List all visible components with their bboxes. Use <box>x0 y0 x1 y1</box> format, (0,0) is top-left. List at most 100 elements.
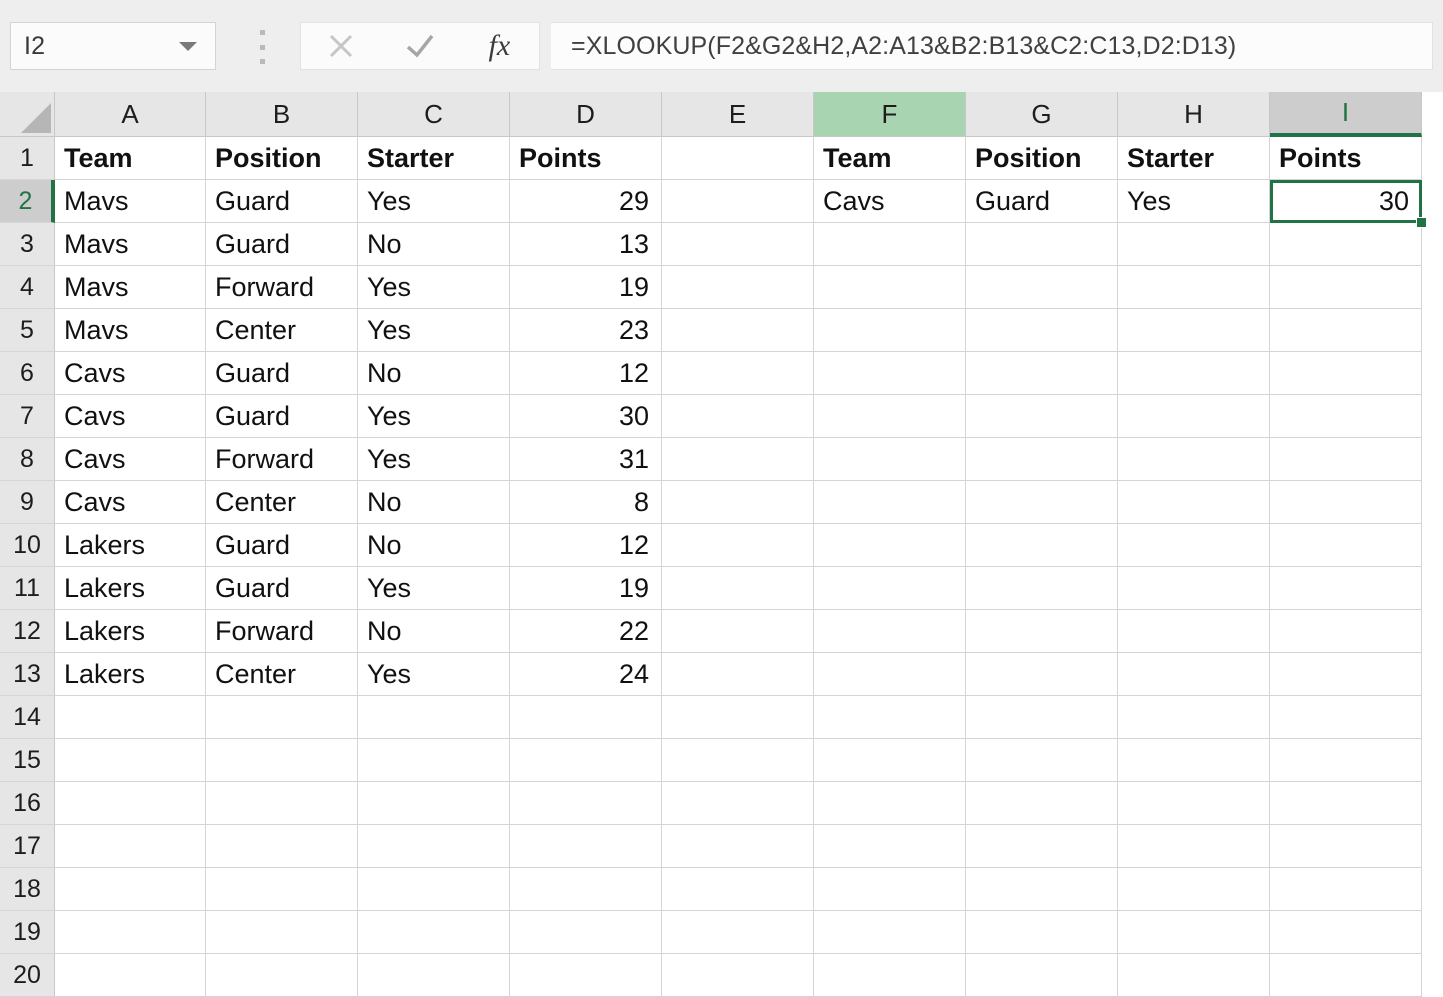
cell-I15[interactable] <box>1270 739 1422 782</box>
cell-A15[interactable] <box>55 739 206 782</box>
cell-E10[interactable] <box>662 524 814 567</box>
cell-F6[interactable] <box>814 352 966 395</box>
cell-I10[interactable] <box>1270 524 1422 567</box>
cell-E17[interactable] <box>662 825 814 868</box>
cell-H13[interactable] <box>1118 653 1270 696</box>
cell-A5[interactable]: Mavs <box>55 309 206 352</box>
cell-A4[interactable]: Mavs <box>55 266 206 309</box>
cell-B16[interactable] <box>206 782 358 825</box>
cell-A3[interactable]: Mavs <box>55 223 206 266</box>
cell-H15[interactable] <box>1118 739 1270 782</box>
cell-D20[interactable] <box>510 954 662 997</box>
cell-I1[interactable]: Points <box>1270 137 1422 180</box>
cell-F19[interactable] <box>814 911 966 954</box>
cell-D7[interactable]: 30 <box>510 395 662 438</box>
cell-F10[interactable] <box>814 524 966 567</box>
cell-B18[interactable] <box>206 868 358 911</box>
cell-D5[interactable]: 23 <box>510 309 662 352</box>
cell-B5[interactable]: Center <box>206 309 358 352</box>
cell-E3[interactable] <box>662 223 814 266</box>
cell-G15[interactable] <box>966 739 1118 782</box>
cell-G8[interactable] <box>966 438 1118 481</box>
column-header-D[interactable]: D <box>510 92 662 137</box>
cell-G2[interactable]: Guard <box>966 180 1118 223</box>
row-header-15[interactable]: 15 <box>0 739 55 782</box>
fill-handle[interactable] <box>1416 217 1427 228</box>
cell-E16[interactable] <box>662 782 814 825</box>
cell-G10[interactable] <box>966 524 1118 567</box>
cell-I11[interactable] <box>1270 567 1422 610</box>
cell-D13[interactable]: 24 <box>510 653 662 696</box>
cell-G6[interactable] <box>966 352 1118 395</box>
cell-F20[interactable] <box>814 954 966 997</box>
row-header-13[interactable]: 13 <box>0 653 55 696</box>
cell-D4[interactable]: 19 <box>510 266 662 309</box>
cell-F17[interactable] <box>814 825 966 868</box>
cell-B4[interactable]: Forward <box>206 266 358 309</box>
chevron-down-icon[interactable] <box>179 41 197 51</box>
cell-H10[interactable] <box>1118 524 1270 567</box>
cell-C6[interactable]: No <box>358 352 510 395</box>
cell-E13[interactable] <box>662 653 814 696</box>
cell-C18[interactable] <box>358 868 510 911</box>
cell-B17[interactable] <box>206 825 358 868</box>
cell-H14[interactable] <box>1118 696 1270 739</box>
cell-A19[interactable] <box>55 911 206 954</box>
cell-C9[interactable]: No <box>358 481 510 524</box>
cell-B13[interactable]: Center <box>206 653 358 696</box>
cell-I6[interactable] <box>1270 352 1422 395</box>
cell-H6[interactable] <box>1118 352 1270 395</box>
cell-A17[interactable] <box>55 825 206 868</box>
cell-I8[interactable] <box>1270 438 1422 481</box>
row-header-1[interactable]: 1 <box>0 137 55 180</box>
cell-D9[interactable]: 8 <box>510 481 662 524</box>
cell-D6[interactable]: 12 <box>510 352 662 395</box>
column-header-H[interactable]: H <box>1118 92 1270 137</box>
cell-G13[interactable] <box>966 653 1118 696</box>
cell-H20[interactable] <box>1118 954 1270 997</box>
cell-C16[interactable] <box>358 782 510 825</box>
cell-F3[interactable] <box>814 223 966 266</box>
cell-A7[interactable]: Cavs <box>55 395 206 438</box>
cell-E20[interactable] <box>662 954 814 997</box>
cell-H3[interactable] <box>1118 223 1270 266</box>
cell-I2[interactable]: 30 <box>1270 180 1422 223</box>
row-header-10[interactable]: 10 <box>0 524 55 567</box>
cell-G17[interactable] <box>966 825 1118 868</box>
cell-C13[interactable]: Yes <box>358 653 510 696</box>
cell-B2[interactable]: Guard <box>206 180 358 223</box>
row-header-9[interactable]: 9 <box>0 481 55 524</box>
cell-C3[interactable]: No <box>358 223 510 266</box>
cell-H9[interactable] <box>1118 481 1270 524</box>
cell-D8[interactable]: 31 <box>510 438 662 481</box>
formula-bar-grip-handle[interactable] <box>258 30 266 64</box>
cell-A8[interactable]: Cavs <box>55 438 206 481</box>
cell-G18[interactable] <box>966 868 1118 911</box>
cell-I17[interactable] <box>1270 825 1422 868</box>
cell-C20[interactable] <box>358 954 510 997</box>
cell-G19[interactable] <box>966 911 1118 954</box>
cell-B1[interactable]: Position <box>206 137 358 180</box>
cell-C5[interactable]: Yes <box>358 309 510 352</box>
column-header-I[interactable]: I <box>1270 92 1422 137</box>
cell-I3[interactable] <box>1270 223 1422 266</box>
cell-E2[interactable] <box>662 180 814 223</box>
cell-F18[interactable] <box>814 868 966 911</box>
cell-D17[interactable] <box>510 825 662 868</box>
cell-F5[interactable] <box>814 309 966 352</box>
cell-G11[interactable] <box>966 567 1118 610</box>
cell-D10[interactable]: 12 <box>510 524 662 567</box>
row-header-16[interactable]: 16 <box>0 782 55 825</box>
cell-A18[interactable] <box>55 868 206 911</box>
cell-D16[interactable] <box>510 782 662 825</box>
cell-F9[interactable] <box>814 481 966 524</box>
row-header-17[interactable]: 17 <box>0 825 55 868</box>
cell-B7[interactable]: Guard <box>206 395 358 438</box>
row-header-19[interactable]: 19 <box>0 911 55 954</box>
cell-G9[interactable] <box>966 481 1118 524</box>
cell-H19[interactable] <box>1118 911 1270 954</box>
cell-A11[interactable]: Lakers <box>55 567 206 610</box>
cell-E19[interactable] <box>662 911 814 954</box>
cell-A12[interactable]: Lakers <box>55 610 206 653</box>
cell-C15[interactable] <box>358 739 510 782</box>
